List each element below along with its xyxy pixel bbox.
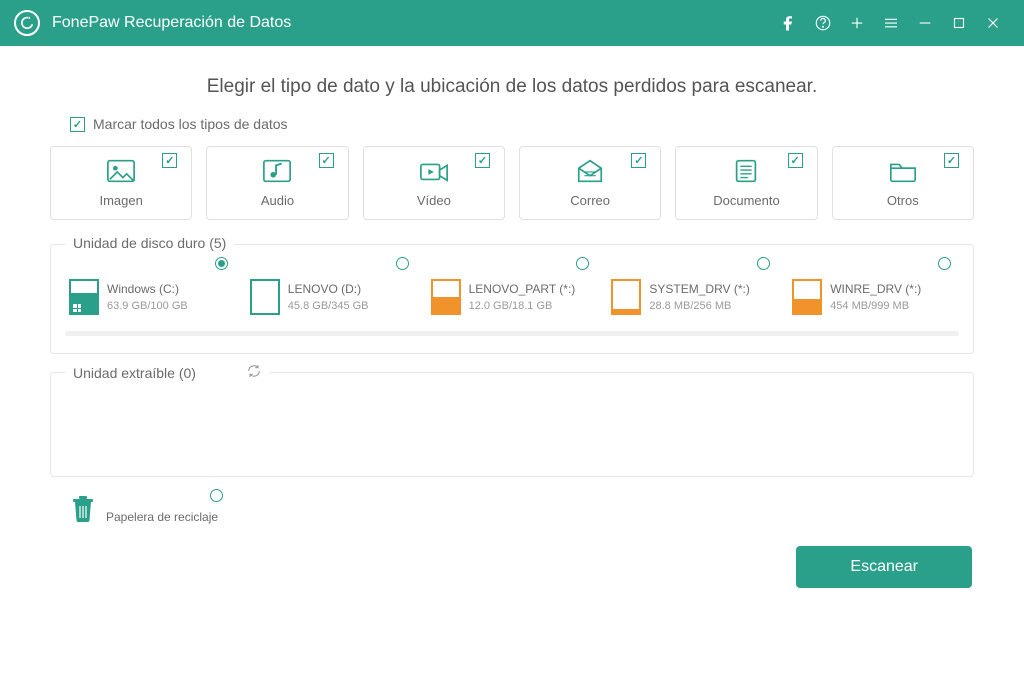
plus-icon[interactable] [840,0,874,46]
refresh-icon[interactable] [246,363,262,382]
type-checkbox[interactable] [788,153,803,168]
drive-radio[interactable] [576,257,589,270]
recycle-bin-option[interactable]: Papelera de reciclaje [70,495,270,528]
footer: Escanear [50,546,974,588]
drive-item[interactable]: Windows (C:) 63.9 GB/100 GB [65,273,236,321]
main-content: Elegir el tipo de dato y la ubicación de… [0,46,1024,608]
mail-icon [575,158,605,189]
drive-item[interactable]: WINRE_DRV (*:) 454 MB/999 MB [788,273,959,321]
type-card-document[interactable]: Documento [675,146,817,220]
type-label: Imagen [99,193,142,208]
video-icon [419,158,449,189]
type-checkbox[interactable] [319,153,334,168]
ext-section-title: Unidad extraíble (0) [65,363,270,382]
close-button[interactable] [976,0,1010,46]
drive-size: 28.8 MB/256 MB [649,300,749,312]
help-icon[interactable] [806,0,840,46]
drive-name: Windows (C:) [107,282,188,296]
drive-size: 45.8 GB/345 GB [288,300,369,312]
app-title: FonePaw Recuperación de Datos [52,14,291,32]
drive-row: Windows (C:) 63.9 GB/100 GB LENOVO (D:) 45.… [65,263,959,321]
drive-size: 12.0 GB/18.1 GB [469,300,576,312]
hdd-section: Unidad de disco duro (5) Windows (C:)63.… [50,244,974,354]
titlebar: FonePaw Recuperación de Datos [0,0,1024,46]
audio-icon [262,158,292,189]
type-label: Audio [261,193,294,208]
hdd-section-title: Unidad de disco duro (5) [65,235,234,251]
image-icon [106,158,136,189]
page-heading: Elegir el tipo de dato y la ubicación de… [50,76,974,98]
drive-radio[interactable] [757,257,770,270]
drive-icon [69,279,99,315]
minimize-button[interactable] [908,0,942,46]
drive-icon [611,279,641,315]
type-grid: Imagen Audio Vídeo Correo Documento Otro… [50,146,974,220]
ext-section: Unidad extraíble (0) [50,372,974,477]
drive-name: WINRE_DRV (*:) [830,282,921,296]
drive-icon [431,279,461,315]
type-label: Documento [713,193,779,208]
drive-radio[interactable] [938,257,951,270]
recycle-radio[interactable] [210,489,223,502]
check-all-row[interactable]: Marcar todos los tipos de datos [70,116,974,132]
type-checkbox[interactable] [631,153,646,168]
folder-icon [888,158,918,189]
type-card-mail[interactable]: Correo [519,146,661,220]
type-label: Correo [570,193,610,208]
check-all-label: Marcar todos los tipos de datos [93,116,288,132]
type-checkbox[interactable] [944,153,959,168]
type-label: Otros [887,193,919,208]
drive-name: SYSTEM_DRV (*:) [649,282,749,296]
type-label: Vídeo [417,193,451,208]
type-card-image[interactable]: Imagen [50,146,192,220]
hdd-scrollbar[interactable] [65,331,959,336]
type-checkbox[interactable] [162,153,177,168]
menu-icon[interactable] [874,0,908,46]
drive-size: 63.9 GB/100 GB [107,300,188,312]
document-icon [731,158,761,189]
type-card-others[interactable]: Otros [832,146,974,220]
recycle-label: Papelera de reciclaje [106,510,218,524]
facebook-icon[interactable] [772,0,806,46]
maximize-button[interactable] [942,0,976,46]
drive-radio[interactable] [215,257,228,270]
drive-icon [792,279,822,315]
check-all-checkbox[interactable] [70,117,85,132]
app-logo [14,10,40,36]
drive-name: LENOVO_PART (*:) [469,282,576,296]
drive-item[interactable]: LENOVO (D:) 45.8 GB/345 GB [246,273,417,321]
drive-item[interactable]: SYSTEM_DRV (*:) 28.8 MB/256 MB [607,273,778,321]
trash-icon [70,495,96,528]
type-checkbox[interactable] [475,153,490,168]
drive-name: LENOVO (D:) [288,282,369,296]
scan-button[interactable]: Escanear [796,546,972,588]
type-card-video[interactable]: Vídeo [363,146,505,220]
drive-radio[interactable] [396,257,409,270]
drive-size: 454 MB/999 MB [830,300,921,312]
drive-item[interactable]: LENOVO_PART (*:) 12.0 GB/18.1 GB [427,273,598,321]
drive-icon [250,279,280,315]
type-card-audio[interactable]: Audio [206,146,348,220]
